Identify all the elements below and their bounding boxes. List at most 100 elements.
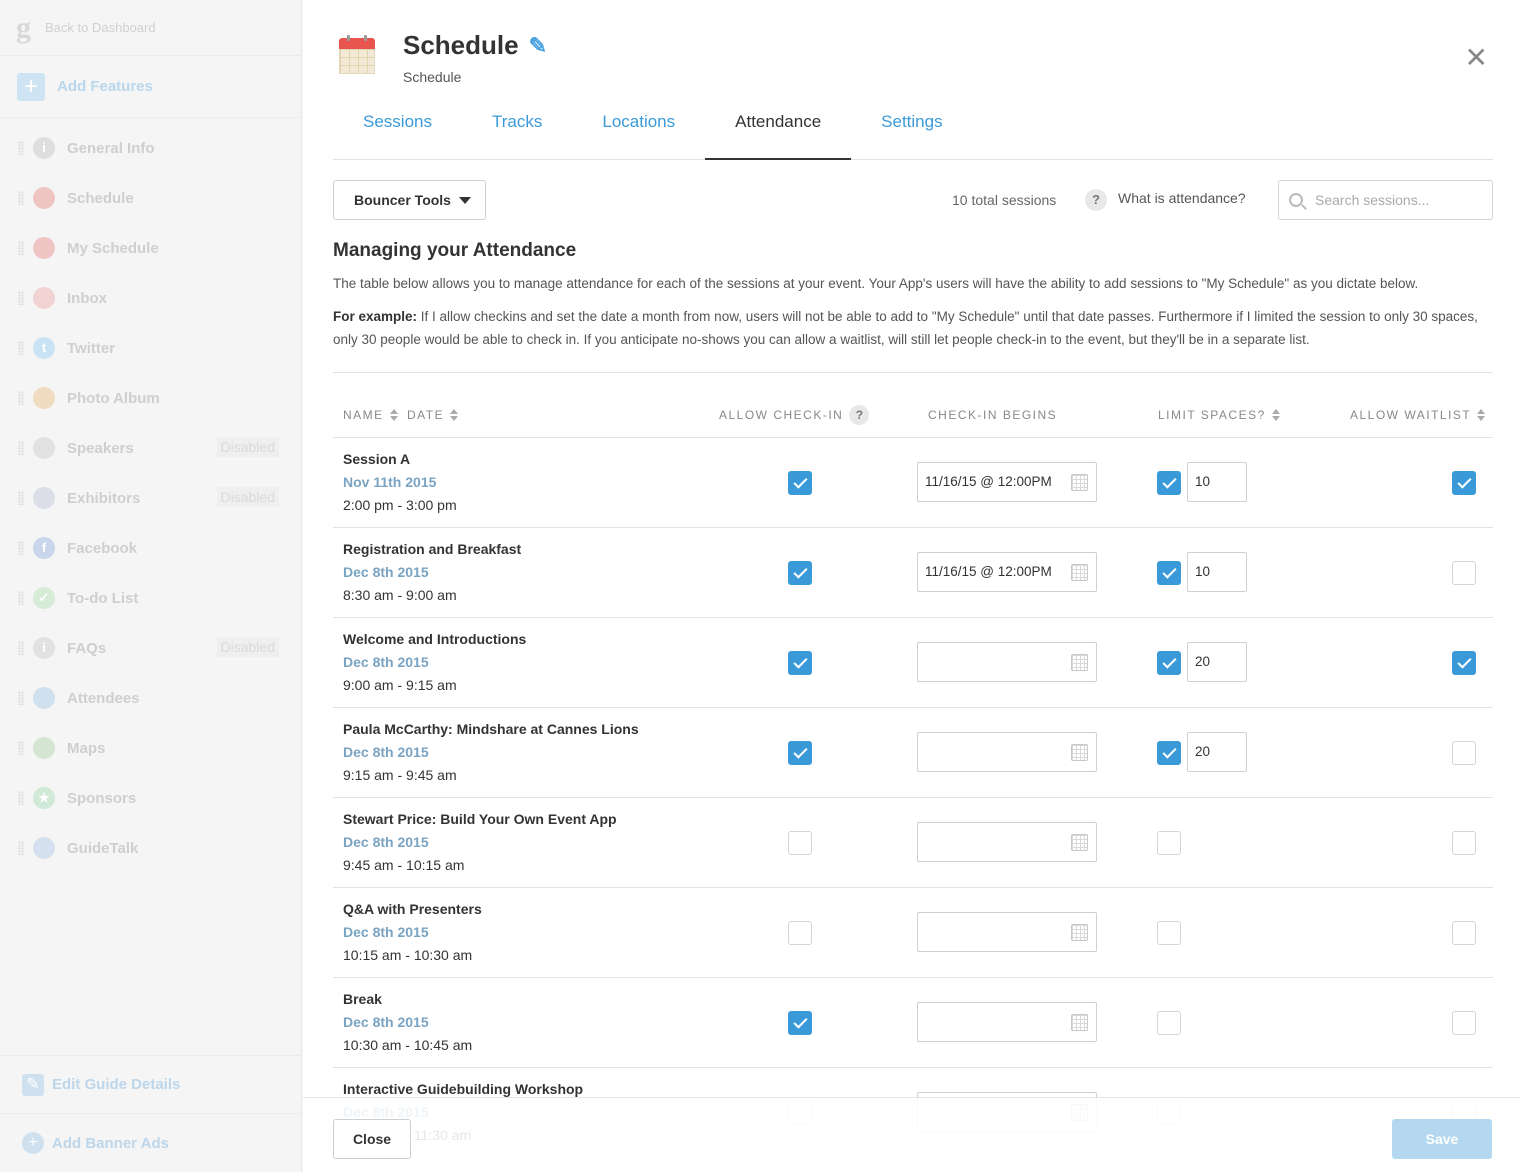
allow-checkin-checkbox[interactable] xyxy=(788,471,812,495)
question-icon[interactable]: ? xyxy=(849,405,870,425)
limit-spaces-checkbox[interactable] xyxy=(1157,651,1181,675)
spaces-input[interactable]: 10 xyxy=(1187,462,1247,502)
sidebar-item-exhibitors[interactable]: Exhibitors Disabled xyxy=(0,473,301,523)
sidebar-item-general-info[interactable]: i General Info xyxy=(0,123,301,173)
tab-tracks[interactable]: Tracks xyxy=(462,104,572,160)
allow-checkin-checkbox[interactable] xyxy=(788,1011,812,1035)
calendar-icon[interactable] xyxy=(1071,924,1088,941)
allow-waitlist-checkbox[interactable] xyxy=(1452,1011,1476,1035)
allow-waitlist-checkbox[interactable] xyxy=(1452,741,1476,765)
calendar-icon[interactable] xyxy=(1071,654,1088,671)
calendar-icon[interactable] xyxy=(1071,834,1088,851)
sidebar-item-my-schedule[interactable]: My Schedule xyxy=(0,223,301,273)
col-allow-waitlist-header[interactable]: ALLOW WAITLIST xyxy=(1350,408,1486,422)
spaces-input[interactable]: 20 xyxy=(1187,732,1247,772)
spaces-input[interactable]: 20 xyxy=(1187,642,1247,682)
drag-handle-icon[interactable] xyxy=(18,291,24,305)
allow-checkin-checkbox[interactable] xyxy=(788,921,812,945)
table-row: Session A Nov 11th 2015 2:00 pm - 3:00 pm 1… xyxy=(333,438,1493,528)
col-name-header[interactable]: NAME xyxy=(343,408,398,422)
checkin-begins-input[interactable] xyxy=(917,642,1097,682)
sidebar-item-facebook[interactable]: f Facebook xyxy=(0,523,301,573)
limit-spaces-checkbox[interactable] xyxy=(1157,1011,1181,1035)
sidebar-item-to-do-list[interactable]: ✓ To-do List xyxy=(0,573,301,623)
drag-handle-icon[interactable] xyxy=(18,241,24,255)
limit-spaces-checkbox[interactable] xyxy=(1157,741,1181,765)
drag-handle-icon[interactable] xyxy=(18,541,24,555)
col-date-label: DATE xyxy=(407,408,445,422)
session-date: Dec 8th 2015 xyxy=(343,834,429,850)
bouncer-tools-label: Bouncer Tools xyxy=(354,192,451,208)
sidebar-item-twitter[interactable]: t Twitter xyxy=(0,323,301,373)
allow-waitlist-checkbox[interactable] xyxy=(1452,471,1476,495)
allow-checkin-checkbox[interactable] xyxy=(788,561,812,585)
calendar-icon[interactable] xyxy=(1071,474,1088,491)
drag-handle-icon[interactable] xyxy=(18,191,24,205)
pencil-icon[interactable]: ✎ xyxy=(529,33,547,59)
drag-handle-icon[interactable] xyxy=(18,741,24,755)
checkin-begins-input[interactable]: 11/16/15 @ 12:00PM xyxy=(917,462,1097,502)
back-to-dashboard-link[interactable]: g Back to Dashboard xyxy=(0,0,301,56)
edit-guide-details-button[interactable]: ✎ Edit Guide Details xyxy=(0,1056,301,1114)
drag-handle-icon[interactable] xyxy=(18,791,24,805)
drag-handle-icon[interactable] xyxy=(18,441,24,455)
drag-handle-icon[interactable] xyxy=(18,641,24,655)
drag-handle-icon[interactable] xyxy=(18,491,24,505)
calendar-icon[interactable] xyxy=(1071,1014,1088,1031)
limit-spaces-checkbox[interactable] xyxy=(1157,561,1181,585)
close-icon[interactable]: ✕ xyxy=(1465,44,1488,72)
drag-handle-icon[interactable] xyxy=(18,141,24,155)
drag-handle-icon[interactable] xyxy=(18,341,24,355)
limit-spaces-checkbox[interactable] xyxy=(1157,921,1181,945)
sidebar-item-inbox[interactable]: Inbox xyxy=(0,273,301,323)
allow-waitlist-checkbox[interactable] xyxy=(1452,921,1476,945)
envelope-icon xyxy=(33,287,55,309)
drag-handle-icon[interactable] xyxy=(18,691,24,705)
allow-waitlist-checkbox[interactable] xyxy=(1452,651,1476,675)
search-input[interactable] xyxy=(1315,192,1485,208)
checkin-begins-input[interactable] xyxy=(917,732,1097,772)
drag-handle-icon[interactable] xyxy=(18,391,24,405)
sidebar-item-schedule[interactable]: Schedule xyxy=(0,173,301,223)
allow-checkin-checkbox[interactable] xyxy=(788,741,812,765)
checkin-begins-input[interactable] xyxy=(917,1002,1097,1042)
sidebar-item-speakers[interactable]: Speakers Disabled xyxy=(0,423,301,473)
save-button[interactable]: Save xyxy=(1392,1119,1492,1159)
allow-waitlist-checkbox[interactable] xyxy=(1452,561,1476,585)
checkin-begins-input[interactable]: 11/16/15 @ 12:00PM xyxy=(917,552,1097,592)
sidebar-item-sponsors[interactable]: ★ Sponsors xyxy=(0,773,301,823)
sidebar-item-faqs[interactable]: i FAQs Disabled xyxy=(0,623,301,673)
tab-settings[interactable]: Settings xyxy=(851,104,972,160)
sidebar-item-guidetalk[interactable]: GuideTalk xyxy=(0,823,301,873)
allow-checkin-checkbox[interactable] xyxy=(788,831,812,855)
tab-locations[interactable]: Locations xyxy=(572,104,705,160)
limit-spaces-checkbox[interactable] xyxy=(1157,471,1181,495)
allow-waitlist-checkbox[interactable] xyxy=(1452,831,1476,855)
question-icon[interactable]: ? xyxy=(1085,189,1107,211)
drag-handle-icon[interactable] xyxy=(18,841,24,855)
bouncer-tools-dropdown[interactable]: Bouncer Tools xyxy=(333,180,486,220)
calendar-icon[interactable] xyxy=(1071,564,1088,581)
sidebar-item-photo-album[interactable]: Photo Album xyxy=(0,373,301,423)
drag-handle-icon[interactable] xyxy=(18,591,24,605)
checkin-begins-input[interactable] xyxy=(917,822,1097,862)
sidebar-item-attendees[interactable]: Attendees xyxy=(0,673,301,723)
tab-attendance[interactable]: Attendance xyxy=(705,104,852,160)
checkin-begins-input[interactable] xyxy=(917,912,1097,952)
sidebar-item-maps[interactable]: Maps xyxy=(0,723,301,773)
col-limit-spaces-header[interactable]: LIMIT SPACES? xyxy=(1158,408,1280,422)
col-allow-checkin-header: ALLOW CHECK-IN ? xyxy=(719,405,870,425)
add-features-button[interactable]: + Add Features xyxy=(0,56,301,118)
calendar-icon xyxy=(33,187,55,209)
col-date-header[interactable]: DATE xyxy=(407,408,459,422)
allow-checkin-checkbox[interactable] xyxy=(788,651,812,675)
add-banner-ads-button[interactable]: + Add Banner Ads xyxy=(0,1114,301,1172)
close-button[interactable]: Close xyxy=(333,1119,411,1159)
what-is-attendance-link[interactable]: What is attendance? xyxy=(1118,190,1246,206)
session-time: 9:00 am - 9:15 am xyxy=(343,677,457,693)
limit-spaces-checkbox[interactable] xyxy=(1157,831,1181,855)
calendar-icon[interactable] xyxy=(1071,744,1088,761)
disabled-badge: Disabled xyxy=(216,487,279,507)
tab-sessions[interactable]: Sessions xyxy=(333,104,462,160)
spaces-input[interactable]: 10 xyxy=(1187,552,1247,592)
